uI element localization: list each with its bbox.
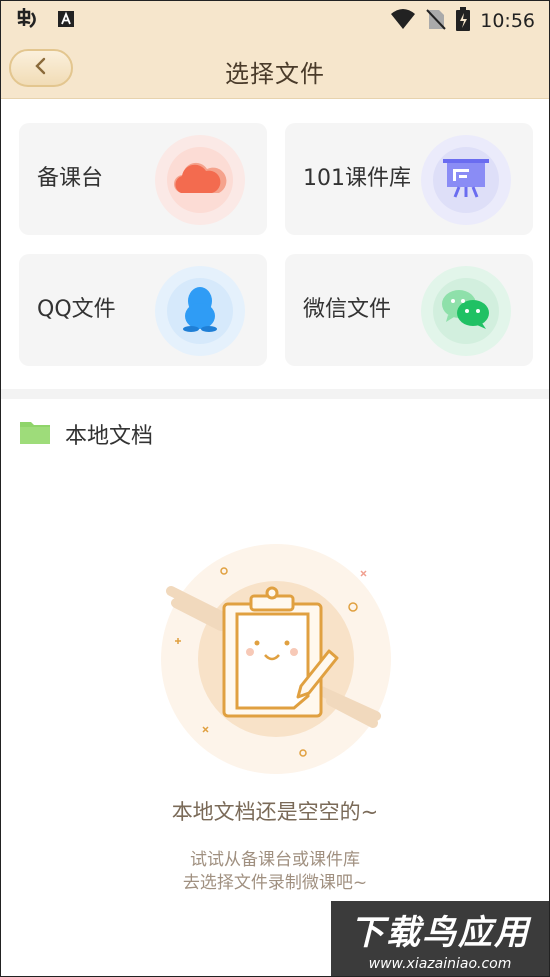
source-card-101[interactable]: 101课件库	[285, 123, 533, 235]
source-card-beike[interactable]: 备课台	[19, 123, 267, 235]
cloud-icon	[173, 161, 227, 199]
folder-icon	[19, 419, 51, 449]
cloud-icon-badge	[155, 135, 245, 225]
empty-state-hint: 试试从备课台或课件库 去选择文件录制微课吧~	[1, 849, 549, 895]
source-grid: 备课台 101课件库 QQ文件 微信文件	[1, 99, 549, 389]
source-label: 101课件库	[303, 166, 411, 191]
local-docs-header[interactable]: 本地文档	[1, 399, 549, 469]
source-card-qq[interactable]: QQ文件	[19, 254, 267, 366]
status-bar: 10:56	[1, 1, 549, 41]
wifi-icon	[390, 8, 416, 35]
app-notification-icon	[15, 7, 41, 35]
clock: 10:56	[480, 10, 535, 32]
watermark-url: www.xiazainiao.com	[368, 956, 512, 972]
site-watermark: 下载鸟应用 www.xiazainiao.com	[331, 901, 549, 976]
clipboard-icon	[151, 544, 401, 785]
local-docs-label: 本地文档	[65, 424, 154, 449]
empty-state-title: 本地文档还是空空的~	[171, 800, 379, 824]
empty-state-illustration	[151, 541, 401, 781]
empty-state-hint-line1: 试试从备课台或课件库	[190, 850, 360, 870]
empty-state-hint-line2: 去选择文件录制微课吧~	[182, 873, 368, 893]
wechat-icon	[440, 288, 492, 334]
page-title: 选择文件	[225, 60, 325, 88]
source-label: QQ文件	[37, 297, 116, 322]
qq-icon-badge	[155, 266, 245, 356]
font-a-icon	[57, 10, 75, 32]
watermark-logo: 下载鸟应用	[350, 913, 530, 953]
no-sim-icon	[426, 8, 446, 35]
battery-charging-icon	[456, 6, 471, 36]
source-label: 备课台	[37, 166, 104, 191]
presentation-board-icon	[441, 157, 491, 203]
qq-penguin-icon	[180, 286, 220, 336]
section-divider	[1, 389, 549, 399]
source-label: 微信文件	[303, 297, 392, 322]
wechat-icon-badge	[421, 266, 511, 356]
presentation-icon-badge	[421, 135, 511, 225]
source-card-wechat[interactable]: 微信文件	[285, 254, 533, 366]
title-bar: 选择文件	[1, 41, 549, 99]
